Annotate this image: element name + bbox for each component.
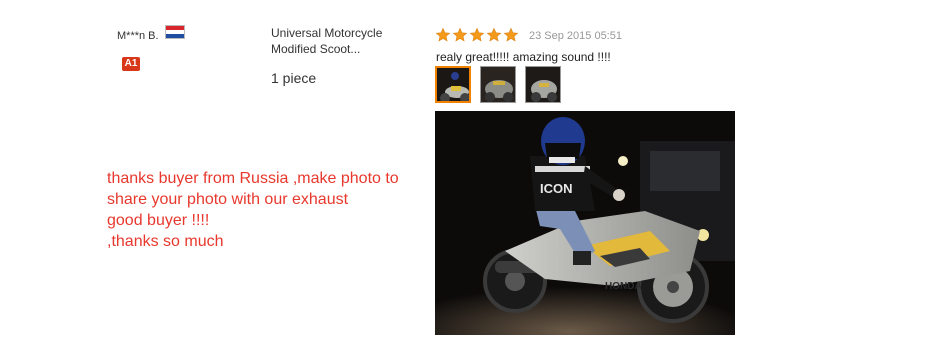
seller-note-line: thanks buyer from Russia ,make photo to: [107, 170, 399, 187]
buyer-level-badge: A1: [122, 57, 140, 71]
seller-note-line: ,thanks so much: [107, 233, 224, 250]
thumbnail-image-icon: [526, 67, 560, 102]
motorcycle-rider-photo: HONDA ICON: [435, 111, 735, 335]
seller-note: thanks buyer from Russia ,make photo to …: [107, 168, 399, 252]
thumbnail-image-icon: [481, 67, 515, 102]
review-photo-thumbnail-3[interactable]: [525, 66, 561, 103]
star-rating: [435, 27, 519, 43]
star-icon: [503, 27, 519, 42]
seller-note-line: share your photo with our exhaust: [107, 191, 349, 208]
star-icon: [435, 27, 451, 42]
buyer-name: M***n B.: [117, 30, 159, 42]
star-icon: [469, 27, 485, 42]
jacket-text: ICON: [540, 181, 573, 196]
quantity: 1 piece: [271, 70, 317, 86]
bike-brand-text: HONDA: [605, 281, 642, 292]
review-photo-thumbnail-2[interactable]: [480, 66, 516, 103]
review-date: 23 Sep 2015 05:51: [529, 30, 622, 42]
seller-note-line: good buyer !!!!: [107, 212, 210, 229]
review-photo[interactable]: HONDA ICON: [435, 111, 735, 335]
star-icon: [452, 27, 468, 42]
star-icon: [486, 27, 502, 42]
netherlands-flag-icon: [165, 25, 185, 39]
product-title-link[interactable]: Universal Motorcycle Modified Scoot...: [271, 25, 411, 57]
thumbnail-image-icon: [437, 68, 469, 101]
review-text: realy great!!!!! amazing sound !!!!: [436, 50, 611, 64]
review-photo-thumbnail-1[interactable]: [435, 66, 471, 103]
